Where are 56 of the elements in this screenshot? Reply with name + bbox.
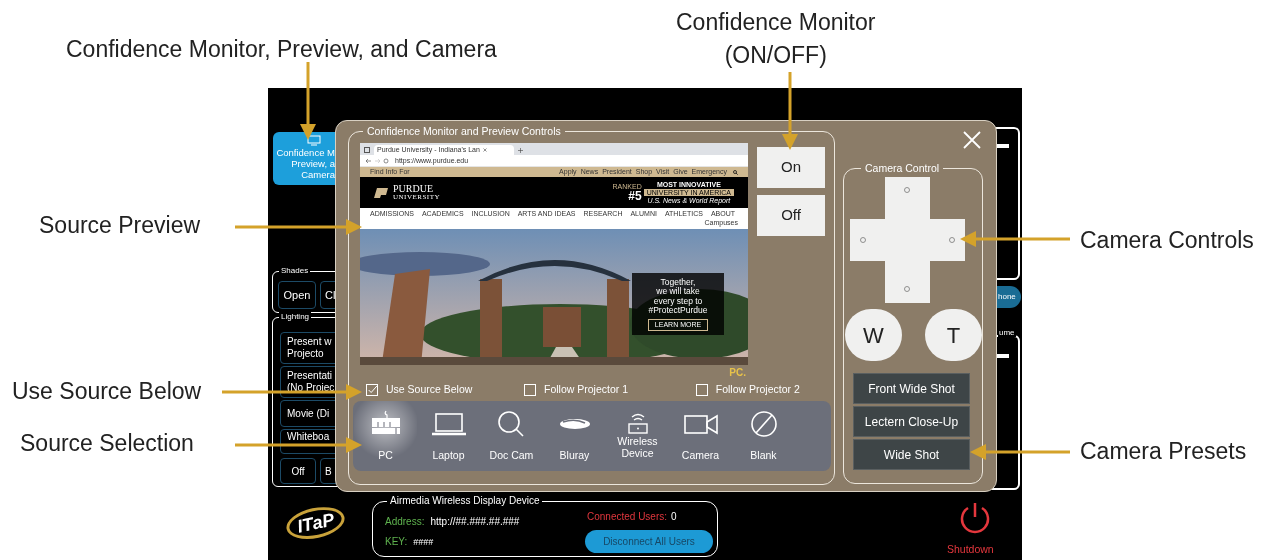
lighting-button[interactable]: Off xyxy=(280,458,316,484)
checkbox[interactable] xyxy=(695,384,708,396)
field-label: Address: xyxy=(385,516,425,528)
camera-preset-button[interactable]: Lectern Close-Up xyxy=(853,406,970,437)
source-button[interactable]: Doc Cam xyxy=(480,401,543,471)
source-tag: PC. xyxy=(729,367,746,379)
source-button[interactable]: Laptop xyxy=(417,401,480,471)
slider-mark xyxy=(997,144,1009,148)
zoom-button[interactable]: T xyxy=(925,309,982,361)
field-value: 0 xyxy=(671,511,677,523)
section-title: Confidence Monitor and Preview Controls xyxy=(363,124,565,138)
checkbox[interactable] xyxy=(523,384,536,396)
monitor-icon xyxy=(307,135,321,146)
callout-label: Camera Controls xyxy=(1080,226,1254,255)
monitor-toggle-button[interactable]: Off xyxy=(757,195,825,236)
check-icon xyxy=(367,384,377,396)
source-button[interactable]: Wireless Device xyxy=(606,401,669,471)
camera-preset-button[interactable]: Wide Shot xyxy=(853,439,970,470)
field-value: #### xyxy=(413,536,434,548)
callout-label: Source Preview xyxy=(39,211,201,240)
ranking-number: #5 xyxy=(628,190,642,202)
checkbox-label: Follow Projector 2 xyxy=(715,382,800,398)
field-label: Connected Users: xyxy=(587,511,668,523)
group-label: ume xyxy=(998,328,1016,337)
source-button[interactable]: Blank xyxy=(732,401,795,471)
source-button[interactable]: Camera xyxy=(669,401,732,471)
close-icon[interactable] xyxy=(482,148,487,152)
shades-button[interactable]: Open xyxy=(278,281,316,309)
direction-pad[interactable] xyxy=(850,177,965,303)
monitor-toggle-button[interactable]: On xyxy=(757,147,825,188)
group-label: Airmedia Wireless Display Device xyxy=(387,494,543,508)
search-icon[interactable] xyxy=(733,169,738,175)
logo-word: PURDUE xyxy=(393,184,434,194)
field-label: KEY: xyxy=(385,536,408,548)
shutdown-label: Shutdown xyxy=(947,543,994,556)
checkbox-label: Use Source Below xyxy=(386,382,473,398)
slider-mark xyxy=(997,354,1009,358)
logo-mark-icon xyxy=(374,187,390,198)
source-button[interactable]: Bluray xyxy=(543,401,606,471)
callout-label: Use Source Below xyxy=(12,377,202,406)
tab-icon[interactable] xyxy=(364,147,370,153)
callout-label: Camera Presets xyxy=(1080,437,1247,466)
camera-preset-button[interactable]: Front Wide Shot xyxy=(853,373,970,404)
checkbox-label: Follow Projector 1 xyxy=(543,382,628,398)
promo-text: Together, we will take every step to #ProtectPurdue xyxy=(648,277,708,316)
microphone-button[interactable]: hone xyxy=(997,286,1021,308)
group-label: Lighting xyxy=(279,311,312,323)
section-title: Camera Control xyxy=(861,161,944,175)
checkbox[interactable] xyxy=(366,384,378,396)
callout-label: Confidence Monitor (ON/OFF) xyxy=(676,8,876,70)
navigation-icons-drawing[interactable] xyxy=(365,157,389,164)
field-value: http://##.###.##.### xyxy=(430,516,520,528)
callout-label: Confidence Monitor, Preview, and Camera xyxy=(66,35,497,64)
zoom-button[interactable]: W xyxy=(845,309,902,361)
callout-label: Source Selection xyxy=(20,429,194,458)
plus-icon[interactable] xyxy=(518,148,523,153)
